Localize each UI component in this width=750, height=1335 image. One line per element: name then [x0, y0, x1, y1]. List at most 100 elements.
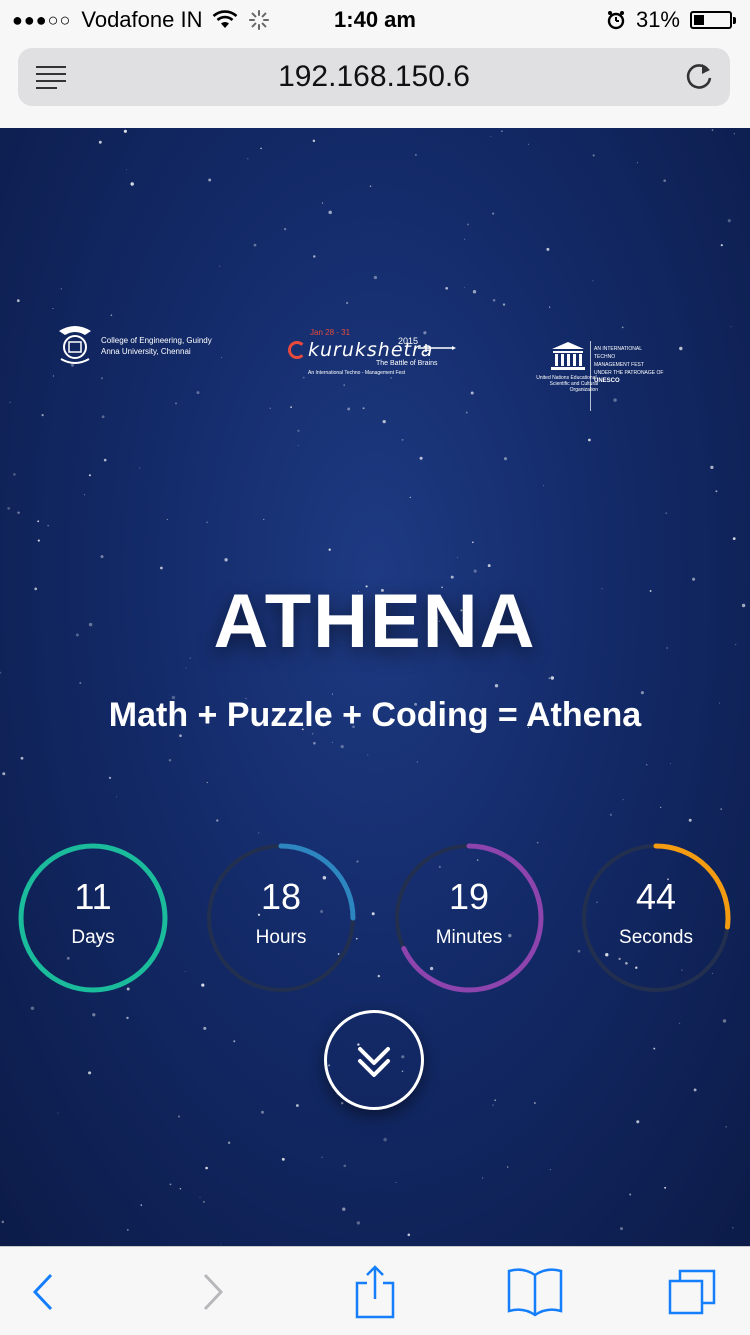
star: [653, 1047, 656, 1050]
battery-percentage: 31%: [635, 7, 680, 32]
days-label: Days: [71, 927, 115, 948]
kurukshetra-name: kurukshetra: [308, 339, 434, 361]
star: [60, 288, 62, 290]
star: [227, 1141, 231, 1145]
star: [407, 1233, 411, 1237]
star: [37, 539, 40, 542]
star: [169, 1183, 172, 1186]
star: [356, 1221, 361, 1225]
star: [722, 1019, 727, 1023]
star: [312, 139, 316, 143]
star: [168, 759, 172, 762]
star: [457, 557, 459, 559]
star: [108, 776, 112, 780]
star: [733, 133, 735, 135]
star: [297, 444, 299, 446]
star: [472, 541, 474, 544]
unesco-temple-icon: [551, 342, 585, 370]
star: [362, 407, 365, 410]
star: [263, 518, 265, 520]
star: [373, 275, 378, 280]
star: [527, 143, 529, 145]
star: [592, 280, 594, 282]
star: [177, 1115, 181, 1118]
browser-toolbar: [0, 1246, 750, 1335]
kurukshetra-swirl-icon: [288, 341, 306, 359]
sponsor-logos: College of Engineering, Guindy Anna Univ…: [0, 323, 750, 411]
star: [313, 741, 316, 745]
star: [503, 457, 508, 461]
star: [328, 210, 332, 215]
star: [494, 1099, 496, 1101]
seconds-ring: [581, 843, 731, 993]
star: [401, 439, 404, 441]
star: [281, 1157, 285, 1161]
unesco-logo: United Nations Educational, Scientific a…: [528, 341, 688, 411]
minutes-value: 19: [448, 876, 490, 917]
star: [260, 147, 262, 150]
star: [494, 684, 499, 688]
star: [123, 129, 127, 133]
star: [203, 1026, 207, 1030]
kurukshetra-dates: Jan 28 - 31: [310, 328, 351, 337]
minutes-ring: [394, 843, 544, 993]
star: [258, 832, 260, 834]
star: [711, 129, 714, 131]
star: [679, 1022, 681, 1024]
forward-icon[interactable]: [183, 1265, 243, 1319]
bookmarks-icon[interactable]: [505, 1265, 565, 1319]
star: [269, 407, 271, 409]
star: [665, 512, 667, 514]
address-bar[interactable]: 192.168.150.6: [18, 48, 730, 106]
unesco-line-1: AN INTERNATIONAL: [594, 346, 642, 352]
url-text[interactable]: 192.168.150.6: [18, 60, 730, 94]
star: [205, 1166, 208, 1170]
star: [419, 456, 423, 460]
sword-icon: [418, 344, 456, 352]
scroll-down-button[interactable]: [324, 1010, 424, 1110]
days-ring: [18, 843, 168, 993]
star: [88, 474, 91, 477]
star: [693, 1088, 697, 1092]
unesco-line-3: MANAGEMENT FEST: [594, 362, 644, 368]
minutes-label: Minutes: [435, 927, 503, 948]
star: [715, 490, 718, 493]
star: [415, 154, 417, 156]
battery-icon: [690, 11, 736, 29]
star: [534, 1102, 536, 1104]
back-icon[interactable]: [13, 1265, 73, 1319]
star: [47, 524, 49, 527]
star: [588, 438, 591, 442]
share-icon[interactable]: [345, 1265, 405, 1319]
star: [367, 754, 369, 756]
star: [57, 1112, 59, 1114]
star: [492, 1104, 494, 1106]
reload-icon[interactable]: [682, 58, 716, 94]
star: [101, 415, 105, 419]
ceg-name-line: College of Engineering, Guindy: [101, 336, 212, 345]
tabs-icon[interactable]: [662, 1265, 722, 1319]
star: [321, 1156, 323, 1158]
star: [664, 1186, 667, 1189]
star: [160, 566, 163, 570]
star: [501, 130, 503, 132]
star: [247, 158, 249, 160]
unesco-line-5: UNESCO: [594, 378, 620, 384]
star: [139, 467, 141, 469]
star: [30, 1006, 35, 1011]
star: [202, 1200, 205, 1203]
kurukshetra-subtitle: An International Techno - Management Fes…: [308, 370, 406, 376]
star: [179, 1187, 182, 1190]
star: [382, 419, 386, 424]
star: [473, 569, 477, 573]
star: [321, 202, 324, 204]
star: [467, 223, 469, 226]
star: [464, 286, 466, 288]
star: [7, 507, 11, 510]
star: [52, 307, 54, 310]
star: [331, 741, 333, 743]
star: [283, 227, 287, 231]
star: [253, 243, 257, 247]
star: [110, 314, 113, 316]
star: [140, 1204, 143, 1206]
